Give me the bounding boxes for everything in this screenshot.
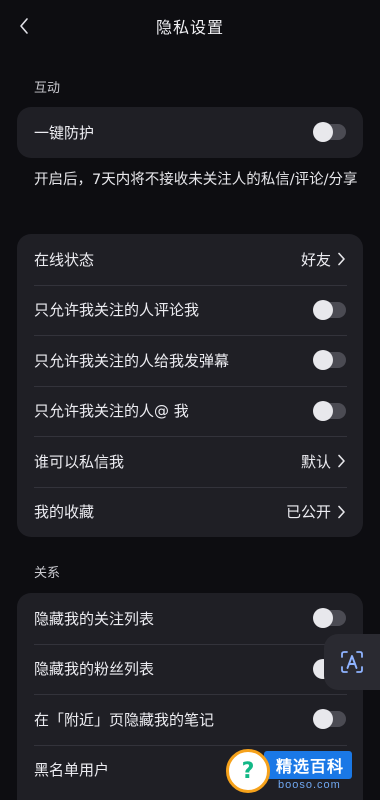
- one-key-protect-description: 开启后，7天内将不接收未关注人的私信/评论/分享: [34, 172, 358, 188]
- section-label-relationship: 关系: [34, 566, 61, 581]
- only-followed-danmaku-toggle[interactable]: [313, 350, 346, 371]
- row-who-can-message[interactable]: 谁可以私信我 默认: [17, 436, 363, 487]
- only-followed-mention-toggle[interactable]: [313, 400, 346, 421]
- row-one-key-protect[interactable]: 一键防护: [17, 107, 363, 158]
- watermark-title: 精选百科: [264, 751, 353, 779]
- row-label: 在「附近」页隐藏我的笔记: [34, 710, 215, 729]
- chevron-right-icon: [337, 505, 347, 519]
- hide-following-list-toggle[interactable]: [313, 608, 346, 629]
- row-online-status[interactable]: 在线状态 好友: [17, 234, 363, 285]
- row-value: 好友: [300, 250, 331, 269]
- row-only-followed-danmaku[interactable]: 只允许我关注的人给我发弹幕: [17, 335, 363, 386]
- watermark-icon-glyph: ?: [241, 758, 255, 784]
- accessibility-a-icon: [337, 647, 367, 677]
- row-only-followed-mention[interactable]: 只允许我关注的人@ 我: [17, 385, 363, 437]
- row-hide-following-list[interactable]: 隐藏我的关注列表: [17, 593, 363, 644]
- one-key-protect-toggle[interactable]: [313, 122, 346, 143]
- card-privacy-settings: 在线状态 好友 只允许我关注的人评论我 只允许我关注的人给我发弹幕 只允许我关注…: [17, 234, 363, 537]
- card-one-key-protect: 一键防护: [17, 107, 363, 158]
- row-value: 默认: [300, 452, 331, 471]
- row-label: 隐藏我的关注列表: [34, 609, 155, 628]
- watermark: ? 精选百科 booso.com: [226, 745, 380, 797]
- row-hide-fans-list[interactable]: 隐藏我的粉丝列表: [17, 643, 363, 695]
- row-hide-notes-nearby[interactable]: 在「附近」页隐藏我的笔记: [17, 694, 363, 745]
- row-label: 隐藏我的粉丝列表: [34, 660, 155, 679]
- page-title: 隐私设置: [155, 18, 224, 37]
- row-label: 只允许我关注的人给我发弹幕: [34, 351, 230, 370]
- only-followed-comment-toggle[interactable]: [313, 299, 346, 320]
- row-label: 谁可以私信我: [34, 452, 125, 471]
- hide-notes-nearby-toggle[interactable]: [313, 709, 346, 730]
- row-only-followed-comment[interactable]: 只允许我关注的人评论我: [17, 284, 363, 336]
- chevron-right-icon: [337, 454, 347, 468]
- row-label: 只允许我关注的人@ 我: [34, 402, 189, 421]
- section-label-interaction: 互动: [34, 81, 61, 96]
- row-label: 我的收藏: [34, 503, 95, 522]
- row-label: 只允许我关注的人评论我: [34, 301, 200, 320]
- watermark-subtitle: booso.com: [278, 779, 341, 791]
- nav-bar: 隐私设置: [0, 0, 380, 52]
- accessibility-floating-button[interactable]: [324, 634, 380, 690]
- row-label: 在线状态: [34, 250, 95, 269]
- row-value: 已公开: [285, 503, 331, 522]
- row-label: 一键防护: [34, 123, 95, 142]
- question-icon: ?: [226, 749, 270, 793]
- row-my-favorites[interactable]: 我的收藏 已公开: [17, 486, 363, 538]
- chevron-right-icon: [337, 252, 347, 266]
